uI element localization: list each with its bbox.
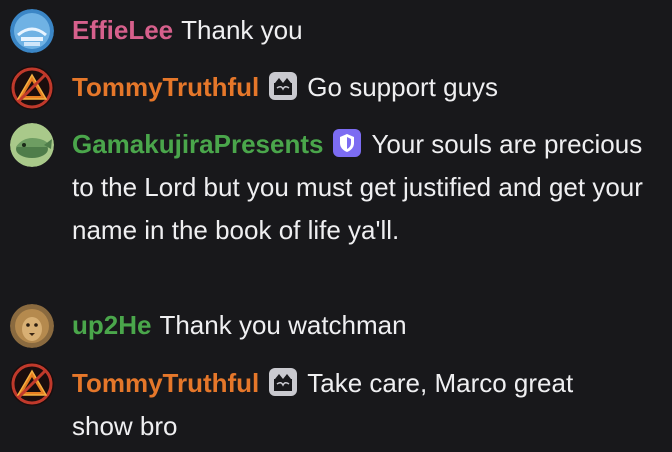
username[interactable]: TommyTruthful [72, 368, 259, 398]
message-text: Go support guys [307, 72, 499, 102]
gift-badge-icon[interactable] [269, 72, 298, 100]
chat-message-list: EffieLee Thank you TommyTruthful Go supp… [0, 0, 672, 452]
moderator-shield-badge-icon[interactable] [333, 129, 362, 157]
chat-message: TommyTruthful Take care, Marco great sho… [10, 362, 665, 448]
username[interactable]: up2He [72, 310, 151, 340]
whale-avatar-icon[interactable] [10, 123, 54, 167]
lion-avatar-icon[interactable] [10, 304, 54, 348]
chat-message: up2He Thank you watchman [10, 304, 665, 348]
jesus-avatar-icon[interactable] [10, 9, 54, 53]
warning-triangle-avatar-icon[interactable] [10, 66, 54, 110]
chat-message: GamakujiraPresents Your souls are precio… [10, 123, 665, 252]
username[interactable]: EffieLee [72, 15, 173, 45]
message-text: Thank you watchman [159, 310, 407, 340]
chat-message: TommyTruthful Go support guys [10, 66, 665, 110]
message-text: Thank you [181, 15, 303, 45]
username[interactable]: TommyTruthful [72, 72, 259, 102]
gift-badge-icon[interactable] [269, 368, 298, 396]
warning-triangle-avatar-icon[interactable] [10, 362, 54, 406]
chat-message: EffieLee Thank you [10, 9, 665, 53]
username[interactable]: GamakujiraPresents [72, 129, 323, 159]
